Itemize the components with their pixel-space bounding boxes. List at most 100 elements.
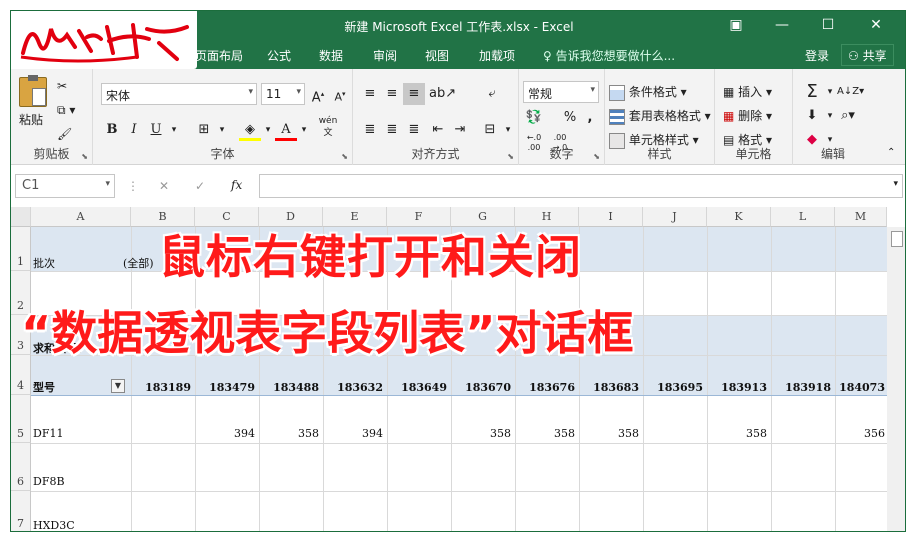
value-cell[interactable]: 358: [515, 427, 575, 440]
header-cell[interactable]: 183479: [195, 381, 255, 394]
tab-addins[interactable]: 加载项: [479, 47, 515, 64]
header-cell[interactable]: 183913: [707, 381, 767, 394]
decrease-font-button[interactable]: A▾: [329, 83, 351, 105]
header-cell[interactable]: 183670: [451, 381, 511, 394]
vertical-scrollbar[interactable]: [887, 227, 905, 531]
formula-input[interactable]: ▾: [259, 174, 903, 198]
cancel-icon[interactable]: ✕: [159, 179, 169, 193]
tab-formulas[interactable]: 公式: [267, 47, 291, 64]
align-center-icon[interactable]: ≣: [381, 119, 403, 141]
tab-review[interactable]: 审阅: [373, 47, 397, 64]
phonetic-button[interactable]: wén 文: [317, 115, 339, 138]
close-button[interactable]: ✕: [853, 11, 899, 41]
maximize-button[interactable]: ☐: [805, 11, 851, 41]
cut-icon[interactable]: ✂: [57, 79, 67, 93]
copy-icon[interactable]: ⧉ ▾: [57, 103, 75, 118]
cell-a4[interactable]: 型号: [33, 379, 55, 395]
column-header[interactable]: L: [771, 207, 835, 227]
value-cell[interactable]: 358: [451, 427, 511, 440]
name-box-dropdown-icon[interactable]: ▾: [105, 179, 110, 189]
comma-button[interactable]: ,: [579, 107, 601, 129]
italic-button[interactable]: I: [123, 119, 145, 141]
value-cell[interactable]: 356: [835, 427, 885, 440]
align-right-icon[interactable]: ≣: [403, 119, 425, 141]
increase-indent-icon[interactable]: ⇥: [449, 119, 471, 141]
select-all-corner[interactable]: [11, 207, 31, 227]
delete-button[interactable]: ▦ 删除 ▾: [723, 107, 772, 124]
increase-font-button[interactable]: A▴: [307, 83, 329, 105]
conditional-format-button[interactable]: 条件格式 ▾: [609, 83, 687, 101]
header-cell[interactable]: 183632: [323, 381, 383, 394]
find-select-icon[interactable]: ⌕▾: [837, 105, 859, 127]
align-bottom-icon[interactable]: ≡: [403, 83, 425, 105]
cell-a6[interactable]: DF8B: [33, 475, 65, 488]
header-cell[interactable]: 183695: [643, 381, 703, 394]
insert-function-icon[interactable]: fx: [231, 178, 242, 192]
tab-data[interactable]: 数据: [319, 47, 343, 64]
bold-button[interactable]: B: [101, 119, 123, 141]
header-cell[interactable]: 183189: [131, 381, 191, 394]
cell-a5[interactable]: DF11: [33, 427, 63, 440]
currency-icon[interactable]: 💱: [523, 107, 545, 129]
cell-b1[interactable]: (全部): [123, 255, 154, 271]
underline-dropdown-icon[interactable]: ▾: [163, 119, 185, 141]
tab-view[interactable]: 视图: [425, 47, 449, 64]
header-cell[interactable]: 184073: [835, 381, 885, 394]
merge-dropdown-icon[interactable]: ▾: [497, 119, 519, 141]
tell-me-search[interactable]: ♀ 告诉我您想要做什么...: [543, 47, 675, 64]
align-top-icon[interactable]: ≡: [359, 83, 381, 105]
align-left-icon[interactable]: ≣: [359, 119, 381, 141]
number-format-select[interactable]: 常规 ▾: [523, 81, 599, 103]
row-header[interactable]: 5: [11, 395, 31, 443]
row-header[interactable]: 7: [11, 491, 31, 531]
format-painter-icon[interactable]: 🖌: [57, 127, 72, 141]
column-header[interactable]: M: [835, 207, 887, 227]
borders-dropdown-icon[interactable]: ▾: [211, 119, 233, 141]
paste-button[interactable]: 粘贴: [19, 75, 47, 128]
insert-button[interactable]: ▦ 插入 ▾: [723, 83, 772, 100]
font-name-select[interactable]: 宋体 ▾: [101, 83, 257, 105]
value-cell[interactable]: 394: [195, 427, 255, 440]
value-cell[interactable]: 358: [579, 427, 639, 440]
collapse-ribbon-icon[interactable]: ⌃: [887, 147, 895, 158]
dialog-launcher-icon[interactable]: ⬊: [81, 152, 88, 161]
font-dialog-launcher-icon[interactable]: ⬊: [341, 152, 348, 161]
header-cell[interactable]: 183488: [259, 381, 319, 394]
minimize-button[interactable]: —: [759, 11, 805, 41]
header-cell[interactable]: 183676: [515, 381, 575, 394]
column-header[interactable]: I: [579, 207, 643, 227]
header-cell[interactable]: 183683: [579, 381, 639, 394]
enter-icon[interactable]: ✓: [195, 179, 205, 193]
row-header[interactable]: 1: [11, 227, 31, 271]
value-cell[interactable]: 358: [259, 427, 319, 440]
sort-filter-icon[interactable]: A↓Z▾: [837, 81, 864, 103]
name-box[interactable]: C1 ▾: [15, 174, 115, 198]
font-color-dropdown-icon[interactable]: ▾: [293, 119, 315, 141]
value-cell[interactable]: 358: [707, 427, 767, 440]
column-header[interactable]: K: [707, 207, 771, 227]
login-link[interactable]: 登录: [805, 47, 829, 64]
format-as-table-button[interactable]: 套用表格格式 ▾: [609, 107, 711, 125]
share-button[interactable]: ⚇ 共享: [841, 44, 894, 66]
ribbon-display-options-icon[interactable]: ▣: [713, 11, 759, 41]
wrap-text-icon[interactable]: ⤶: [481, 83, 503, 105]
orientation-icon[interactable]: ab↗: [429, 83, 456, 105]
header-cell[interactable]: 183918: [771, 381, 831, 394]
row-header[interactable]: 6: [11, 443, 31, 491]
percent-button[interactable]: %: [559, 107, 581, 129]
value-cell[interactable]: 394: [323, 427, 383, 440]
column-header[interactable]: J: [643, 207, 707, 227]
header-cell[interactable]: 183649: [387, 381, 447, 394]
expand-formula-icon[interactable]: ▾: [893, 179, 898, 189]
scroll-thumb[interactable]: [891, 231, 903, 247]
align-middle-icon[interactable]: ≡: [381, 83, 403, 105]
font-size-select[interactable]: 11 ▾: [261, 83, 305, 105]
number-dialog-launcher-icon[interactable]: ⬊: [593, 152, 600, 161]
cell-a7[interactable]: HXD3C: [33, 519, 75, 531]
tab-page-layout[interactable]: 页面布局: [195, 47, 243, 64]
cell-a1[interactable]: 批次: [33, 255, 55, 271]
alignment-dialog-launcher-icon[interactable]: ⬊: [507, 152, 514, 161]
filter-dropdown-icon[interactable]: ▼: [111, 379, 125, 393]
decrease-indent-icon[interactable]: ⇤: [427, 119, 449, 141]
column-header[interactable]: A: [31, 207, 131, 227]
